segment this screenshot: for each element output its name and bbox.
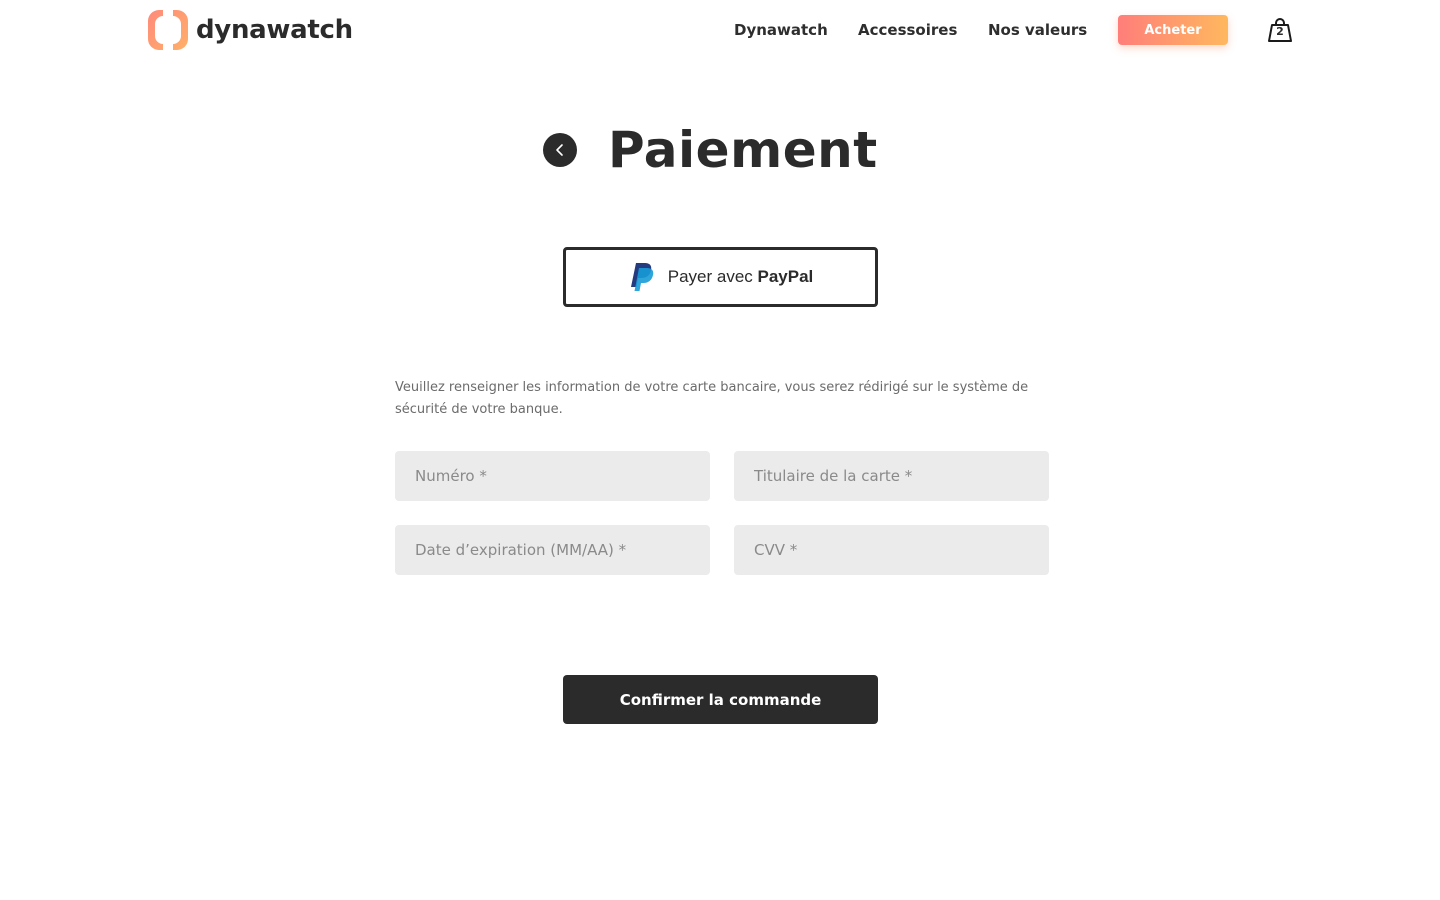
buy-button[interactable]: Acheter (1118, 15, 1228, 45)
nav-link-nos-valeurs[interactable]: Nos valeurs (988, 18, 1087, 42)
card-holder-field[interactable] (734, 451, 1049, 501)
cart-count-badge: 2 (1276, 25, 1284, 38)
paypal-label-prefix: Payer avec (667, 267, 758, 286)
back-button[interactable] (543, 133, 577, 167)
page-title: Paiement (608, 121, 878, 179)
cart-button[interactable]: 2 (1266, 16, 1294, 44)
brand-logo[interactable]: dynawatch (148, 10, 353, 50)
nav-link-dynawatch[interactable]: Dynawatch (734, 18, 828, 42)
expiration-date-field[interactable] (395, 525, 710, 575)
paypal-button[interactable]: Payer avec PayPal (563, 247, 878, 307)
cvv-field[interactable] (734, 525, 1049, 575)
chevron-left-icon (556, 144, 563, 156)
paypal-label: Payer avec PayPal (668, 267, 814, 287)
brand-name: dynawatch (196, 15, 353, 45)
nav-link-accessoires[interactable]: Accessoires (858, 18, 957, 42)
paypal-icon (630, 263, 653, 291)
site-header: dynawatch Dynawatch Accessoires Nos vale… (0, 0, 1440, 62)
card-number-field[interactable] (395, 451, 710, 501)
paypal-brand: PayPal (757, 267, 814, 286)
confirm-order-button[interactable]: Confirmer la commande (563, 675, 878, 724)
watch-logo-icon (148, 10, 188, 50)
card-info-instructions: Veuillez renseigner les information de v… (395, 380, 1029, 417)
payment-page: dynawatch Dynawatch Accessoires Nos vale… (0, 0, 1440, 900)
